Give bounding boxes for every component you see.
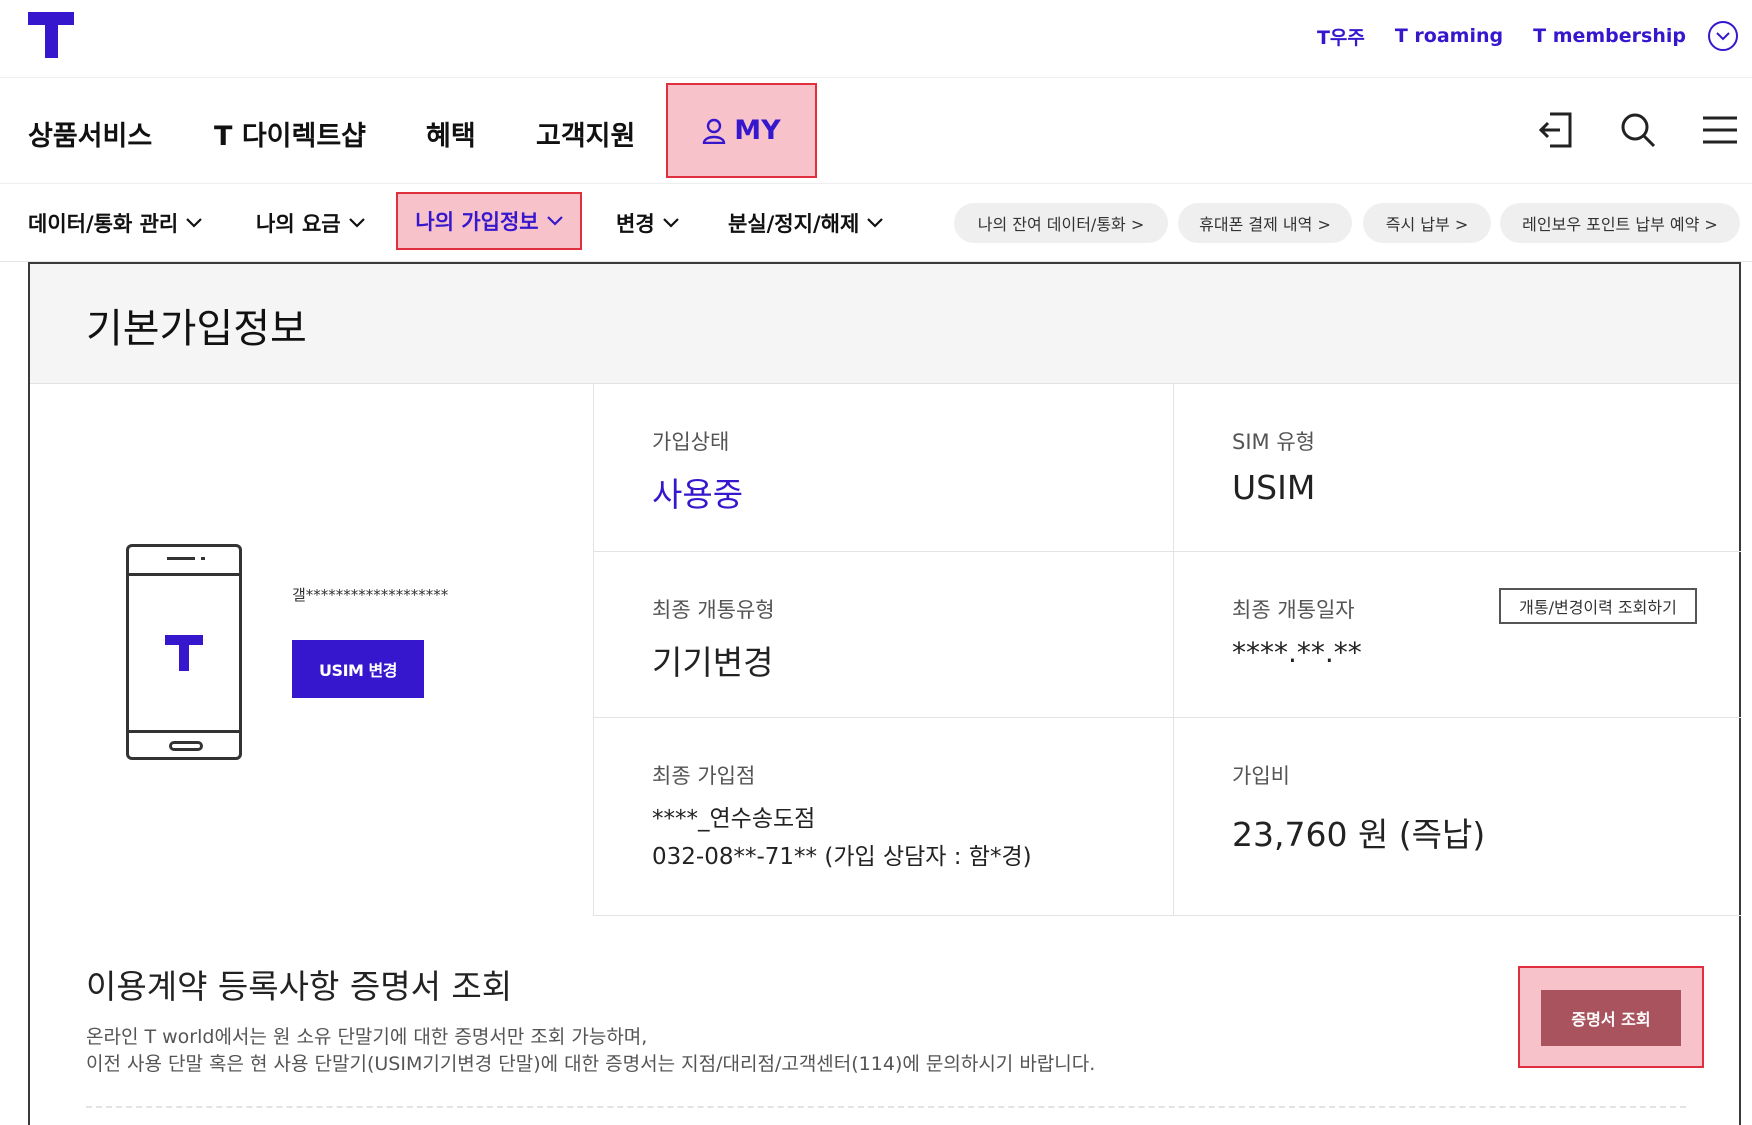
- chevron-down-icon: [186, 218, 203, 228]
- open-date-value: ****.**.**: [1232, 636, 1362, 669]
- logout-icon[interactable]: [1536, 110, 1576, 150]
- status-label: 가입상태: [652, 430, 730, 454]
- top-bar: T우주 T roaming T membership: [0, 0, 1752, 78]
- store-info: ****_연수송도점 032-08**-71** (가입 상담자 : 함*경): [652, 800, 1032, 876]
- main-nav: 상품서비스 T 다이렉트샵 혜택 고객지원 MY: [0, 78, 1752, 184]
- subnav-data-call[interactable]: 데이터/통화 관리: [28, 208, 203, 238]
- certificate-desc-line: 이전 사용 단말 혹은 현 사용 단말기(USIM기기변경 단말)에 대한 증명…: [86, 1053, 1096, 1075]
- subnav-label: 변경: [616, 212, 655, 236]
- store-label: 최종 가입점: [652, 764, 756, 788]
- search-icon[interactable]: [1618, 110, 1658, 150]
- quick-link-payment-history[interactable]: 휴대폰 결제 내역 >: [1178, 203, 1352, 243]
- store-cell: 최종 가입점 ****_연수송도점 032-08**-71** (가입 상담자 …: [594, 718, 1174, 916]
- certificate-view-button[interactable]: 증명서 조회: [1541, 990, 1681, 1046]
- nav-products[interactable]: 상품서비스: [28, 114, 152, 153]
- subscription-info-card: 기본가입정보 갤******************* USIM 변경 가입상태…: [28, 262, 1741, 1125]
- menu-icon[interactable]: [1700, 110, 1740, 150]
- nav-support[interactable]: 고객지원: [536, 114, 635, 153]
- card-header: 기본가입정보: [30, 264, 1739, 384]
- fee-cell: 가입비 23,760 원 (즉납): [1174, 718, 1741, 916]
- quick-link-remaining-data[interactable]: 나의 잔여 데이터/통화 >: [954, 203, 1168, 243]
- subnav-label: 나의 요금: [256, 212, 341, 236]
- link-t-roaming[interactable]: T roaming: [1395, 25, 1503, 47]
- store-name: ****_연수송도점: [652, 806, 816, 832]
- status-cell: 가입상태 사용중: [594, 384, 1174, 552]
- subnav-label: 분실/정지/해제: [728, 212, 860, 236]
- nav-direct-shop[interactable]: T 다이렉트샵: [214, 114, 366, 153]
- subnav-active-label: 나의 가입정보: [415, 210, 539, 234]
- status-value: 사용중: [652, 475, 744, 514]
- usim-change-button[interactable]: USIM 변경: [292, 640, 424, 698]
- nav-my[interactable]: MY: [666, 83, 817, 178]
- sim-type-value: USIM: [1232, 468, 1316, 507]
- fee-label: 가입비: [1232, 764, 1290, 788]
- page-title: 기본가입정보: [86, 306, 307, 352]
- certificate-title: 이용계약 등록사항 증명서 조회: [86, 967, 513, 1006]
- sim-type-cell: SIM 유형 USIM: [1174, 384, 1741, 552]
- top-links: T우주 T roaming T membership: [1317, 20, 1738, 52]
- subnav-my-subscription[interactable]: 나의 가입정보: [396, 192, 582, 250]
- subnav-lost-suspend[interactable]: 분실/정지/해제: [728, 208, 884, 238]
- open-type-label: 최종 개통유형: [652, 598, 775, 622]
- link-t-universe[interactable]: T우주: [1317, 23, 1365, 50]
- certificate-description: 온라인 T world에서는 원 소유 단말기에 대한 증명서만 조회 가능하며…: [86, 1024, 1095, 1078]
- subnav-label: 데이터/통화 관리: [28, 212, 179, 236]
- divider: [86, 1106, 1686, 1108]
- chevron-down-icon[interactable]: [1708, 21, 1738, 51]
- chevron-down-icon: [546, 216, 563, 226]
- sim-type-label: SIM 유형: [1232, 430, 1315, 454]
- chevron-down-icon: [867, 218, 884, 228]
- user-icon: [703, 118, 726, 144]
- open-type-value: 기기변경: [652, 643, 774, 682]
- subnav-change[interactable]: 변경: [616, 208, 679, 238]
- phone-icon: [126, 544, 242, 760]
- subnav-my-bill[interactable]: 나의 요금: [256, 208, 365, 238]
- sub-nav: 데이터/통화 관리 나의 요금 나의 가입정보 변경 분실/정지/해제 나의 잔…: [0, 184, 1752, 262]
- link-t-membership[interactable]: T membership: [1533, 25, 1686, 47]
- chevron-down-icon: [348, 218, 365, 228]
- open-date-label: 최종 개통일자: [1232, 598, 1355, 622]
- nav-my-label: MY: [734, 115, 781, 146]
- certificate-button-highlight: 증명서 조회: [1518, 966, 1704, 1068]
- device-panel: 갤******************* USIM 변경: [30, 384, 594, 916]
- open-history-button[interactable]: 개통/변경이력 조회하기: [1499, 588, 1697, 624]
- nav-benefits[interactable]: 혜택: [426, 114, 476, 153]
- store-phone: 032-08**-71** (가입 상담자 : 함*경): [652, 844, 1032, 870]
- open-date-cell: 최종 개통일자 ****.**.** 개통/변경이력 조회하기: [1174, 552, 1741, 718]
- certificate-desc-line: 온라인 T world에서는 원 소유 단말기에 대한 증명서만 조회 가능하며…: [86, 1026, 648, 1048]
- fee-value: 23,760 원 (즉납): [1232, 815, 1486, 854]
- device-name: 갤*******************: [292, 586, 449, 604]
- quick-link-rainbow-point[interactable]: 레인보우 포인트 납부 예약 >: [1500, 203, 1740, 243]
- t-world-logo[interactable]: [28, 12, 74, 58]
- chevron-down-icon: [662, 218, 679, 228]
- open-type-cell: 최종 개통유형 기기변경: [594, 552, 1174, 718]
- quick-link-instant-pay[interactable]: 즉시 납부 >: [1363, 203, 1491, 243]
